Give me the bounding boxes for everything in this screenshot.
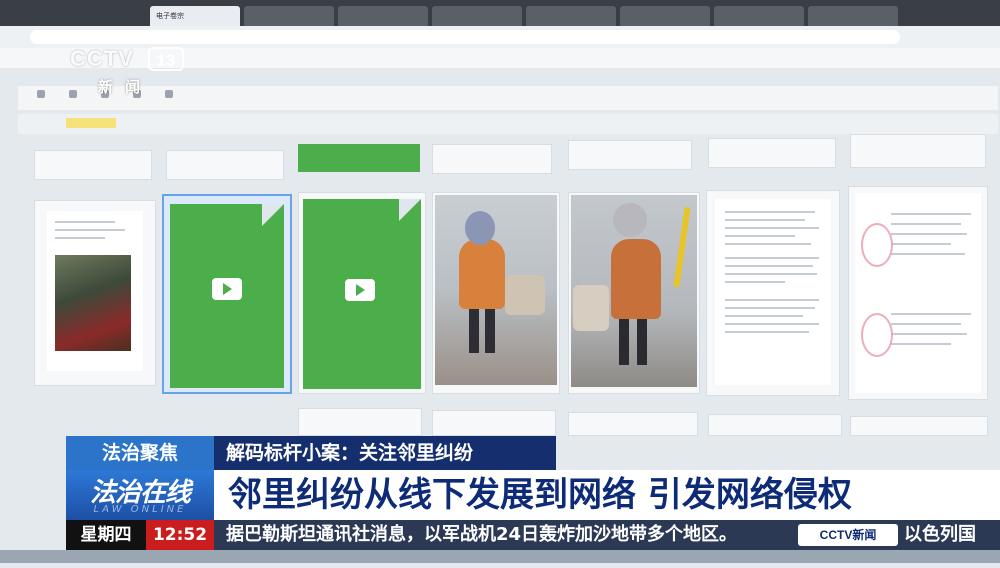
file-card-photo[interactable] — [568, 192, 700, 394]
browser-tab[interactable] — [714, 6, 804, 26]
toolbar-button[interactable] — [154, 90, 184, 100]
red-stamp — [861, 313, 893, 357]
toolbar-icon — [69, 90, 77, 98]
sub-banner: 解码标杆小案：关注邻里纠纷 — [214, 436, 556, 470]
video-thumbnail — [298, 144, 420, 172]
browser-tab[interactable] — [338, 6, 428, 26]
channel-subtitle: 新闻 — [98, 78, 153, 96]
channel-number: 13 — [148, 47, 184, 71]
file-card[interactable] — [432, 410, 556, 436]
page-fold — [399, 199, 421, 221]
file-card-stamped-document[interactable] — [848, 186, 988, 400]
file-card-video[interactable] — [298, 192, 426, 394]
toolbar-button[interactable] — [58, 90, 88, 100]
red-stamp — [861, 223, 893, 267]
monitor-bottom — [0, 550, 1000, 563]
file-card[interactable] — [850, 134, 986, 168]
video-file-icon — [345, 279, 375, 301]
file-card[interactable] — [708, 138, 836, 168]
file-card-video-selected[interactable] — [162, 194, 292, 394]
video-file-icon — [212, 278, 242, 300]
photo-thumbnail — [571, 195, 697, 387]
browser-tab[interactable] — [432, 6, 522, 26]
page-fold — [262, 204, 284, 226]
file-card[interactable] — [166, 150, 284, 180]
browser-tab[interactable] — [526, 6, 616, 26]
file-card[interactable] — [568, 140, 692, 170]
play-icon — [223, 283, 232, 295]
document-preview — [715, 199, 831, 385]
browser-tab[interactable] — [808, 6, 898, 26]
file-card-document[interactable] — [706, 190, 840, 396]
file-card-document-photo[interactable] — [34, 200, 156, 386]
filter-bar — [18, 114, 998, 134]
file-card[interactable] — [432, 144, 552, 174]
file-card[interactable] — [708, 414, 842, 436]
clock-time: 12:52 — [146, 520, 214, 550]
file-card[interactable] — [34, 150, 152, 180]
file-card[interactable] — [850, 416, 988, 436]
document-preview — [855, 193, 981, 393]
show-title-en: LAW ONLINE — [93, 504, 187, 515]
photo-thumbnail — [435, 195, 557, 385]
browser-tab[interactable] — [244, 6, 334, 26]
file-card-photo[interactable] — [432, 192, 560, 394]
ticker-text-next: 以色列国 — [904, 524, 976, 545]
channel-logo: CCTV — [70, 46, 134, 71]
play-icon — [356, 284, 365, 296]
url-field[interactable] — [30, 30, 900, 44]
ticker-logo: CCTV新闻 — [798, 524, 898, 546]
weekday: 星期四 — [66, 520, 146, 550]
photo-thumbnail — [55, 255, 131, 351]
toolbar-icon — [165, 90, 173, 98]
browser-tab[interactable]: 电子卷宗 — [150, 6, 240, 26]
file-card[interactable] — [568, 412, 698, 436]
program-tag: 法治聚焦 — [66, 436, 214, 470]
ticker-text: 据巴勒斯坦通讯社消息，以军战机24日轰炸加沙地带多个地区。 — [226, 524, 738, 545]
document-preview — [47, 211, 143, 371]
file-card[interactable] — [298, 408, 422, 436]
headline: 邻里纠纷从线下发展到网络 引发网络侵权 — [214, 470, 1000, 520]
browser-tab[interactable] — [620, 6, 710, 26]
toolbar-button[interactable] — [26, 90, 56, 100]
highlight-tag[interactable] — [66, 118, 116, 128]
toolbar-icon — [37, 90, 45, 98]
